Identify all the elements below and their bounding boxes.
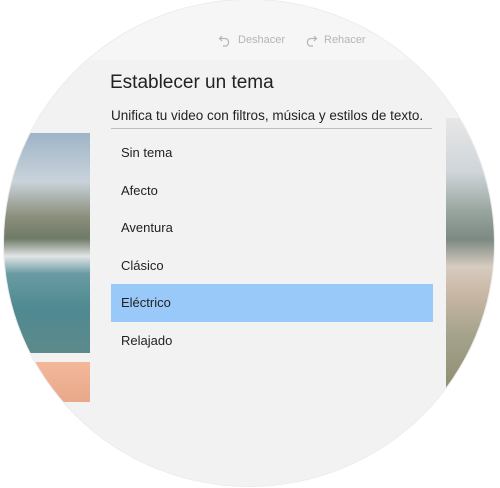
app-window: Deshacer Rehacer Establecer un tema Unif… <box>4 0 494 486</box>
undo-label: Deshacer <box>238 34 286 46</box>
divider <box>111 128 432 129</box>
redo-icon <box>306 35 318 47</box>
video-thumbnail-sunset <box>4 362 90 402</box>
flyout-title: Establecer un tema <box>110 72 274 93</box>
theme-item-afecto[interactable]: Afecto <box>111 172 433 210</box>
toolbar: Deshacer Rehacer <box>4 0 494 60</box>
theme-list: Sin tema Afecto Aventura Clásico Eléctri… <box>111 134 433 360</box>
theme-flyout: Establecer un tema Unifica tu video con … <box>90 60 446 486</box>
flyout-subtitle: Unifica tu video con filtros, música y e… <box>111 108 424 123</box>
undo-button[interactable]: Deshacer <box>218 33 285 47</box>
undo-icon <box>218 35 230 47</box>
theme-item-clasico[interactable]: Clásico <box>111 247 433 285</box>
redo-button[interactable]: Rehacer <box>304 33 366 47</box>
theme-item-electrico[interactable]: Eléctrico <box>111 284 433 322</box>
theme-item-aventura[interactable]: Aventura <box>111 209 433 247</box>
video-thumbnail-coast <box>4 133 90 353</box>
theme-item-sin-tema[interactable]: Sin tema <box>111 134 433 172</box>
theme-item-relajado[interactable]: Relajado <box>111 322 433 360</box>
redo-label: Rehacer <box>324 34 366 46</box>
video-thumbnail-town <box>444 118 494 388</box>
